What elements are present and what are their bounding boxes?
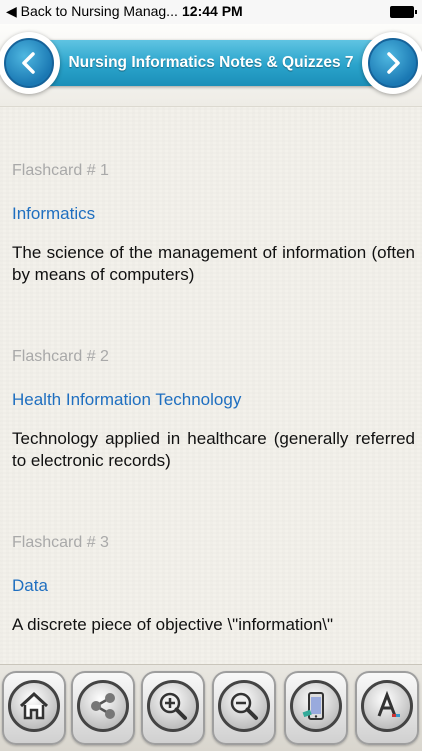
font-icon: [361, 680, 413, 732]
home-icon: [8, 680, 60, 732]
flashcard-number: Flashcard # 3: [12, 534, 109, 551]
zoom-in-button[interactable]: [141, 671, 205, 745]
chevron-right-icon: [368, 38, 418, 88]
flashcard-definition: Technology applied in healthcare (genera…: [12, 429, 415, 470]
flashcard-number: Flashcard # 1: [12, 162, 109, 179]
zoom-out-icon: [218, 680, 270, 732]
share-icon: [77, 680, 129, 732]
back-to-app-link[interactable]: ◀ Back to Nursing Manag...: [6, 3, 178, 20]
device-settings-button[interactable]: [284, 671, 348, 745]
home-button[interactable]: [2, 671, 66, 745]
next-button[interactable]: [362, 32, 422, 94]
battery-icon: [390, 6, 417, 18]
share-button[interactable]: [71, 671, 135, 745]
zoom-out-button[interactable]: [212, 671, 276, 745]
clock: 12:44 PM: [182, 3, 243, 19]
page-title: Nursing Informatics Notes & Quizzes 7: [68, 54, 354, 71]
bottom-toolbar: [0, 664, 422, 751]
flashcard-term: Data: [12, 576, 48, 595]
flashcard-definition: A discrete piece of objective \"informat…: [12, 615, 334, 634]
device-icon: [290, 680, 342, 732]
status-bar: ◀ Back to Nursing Manag... 12:44 PM: [0, 0, 422, 24]
chevron-left-icon: [4, 38, 54, 88]
previous-button[interactable]: [0, 32, 60, 94]
flashcard-term: Health Information Technology: [12, 390, 242, 409]
flashcard: Flashcard # 3 Data A discrete piece of o…: [12, 534, 415, 636]
flashcard-term: Informatics: [12, 204, 96, 223]
zoom-in-icon: [147, 680, 199, 732]
flashcard: Flashcard # 1 Informatics The science of…: [12, 162, 415, 286]
flashcard-number: Flashcard # 2: [12, 348, 109, 365]
flashcard-definition: The science of the management of informa…: [12, 243, 415, 284]
flashcard: Flashcard # 2 Health Information Technol…: [12, 348, 415, 472]
header: Nursing Informatics Notes & Quizzes 7: [0, 24, 422, 107]
title-banner: Nursing Informatics Notes & Quizzes 7: [22, 40, 400, 86]
font-size-button[interactable]: [355, 671, 419, 745]
